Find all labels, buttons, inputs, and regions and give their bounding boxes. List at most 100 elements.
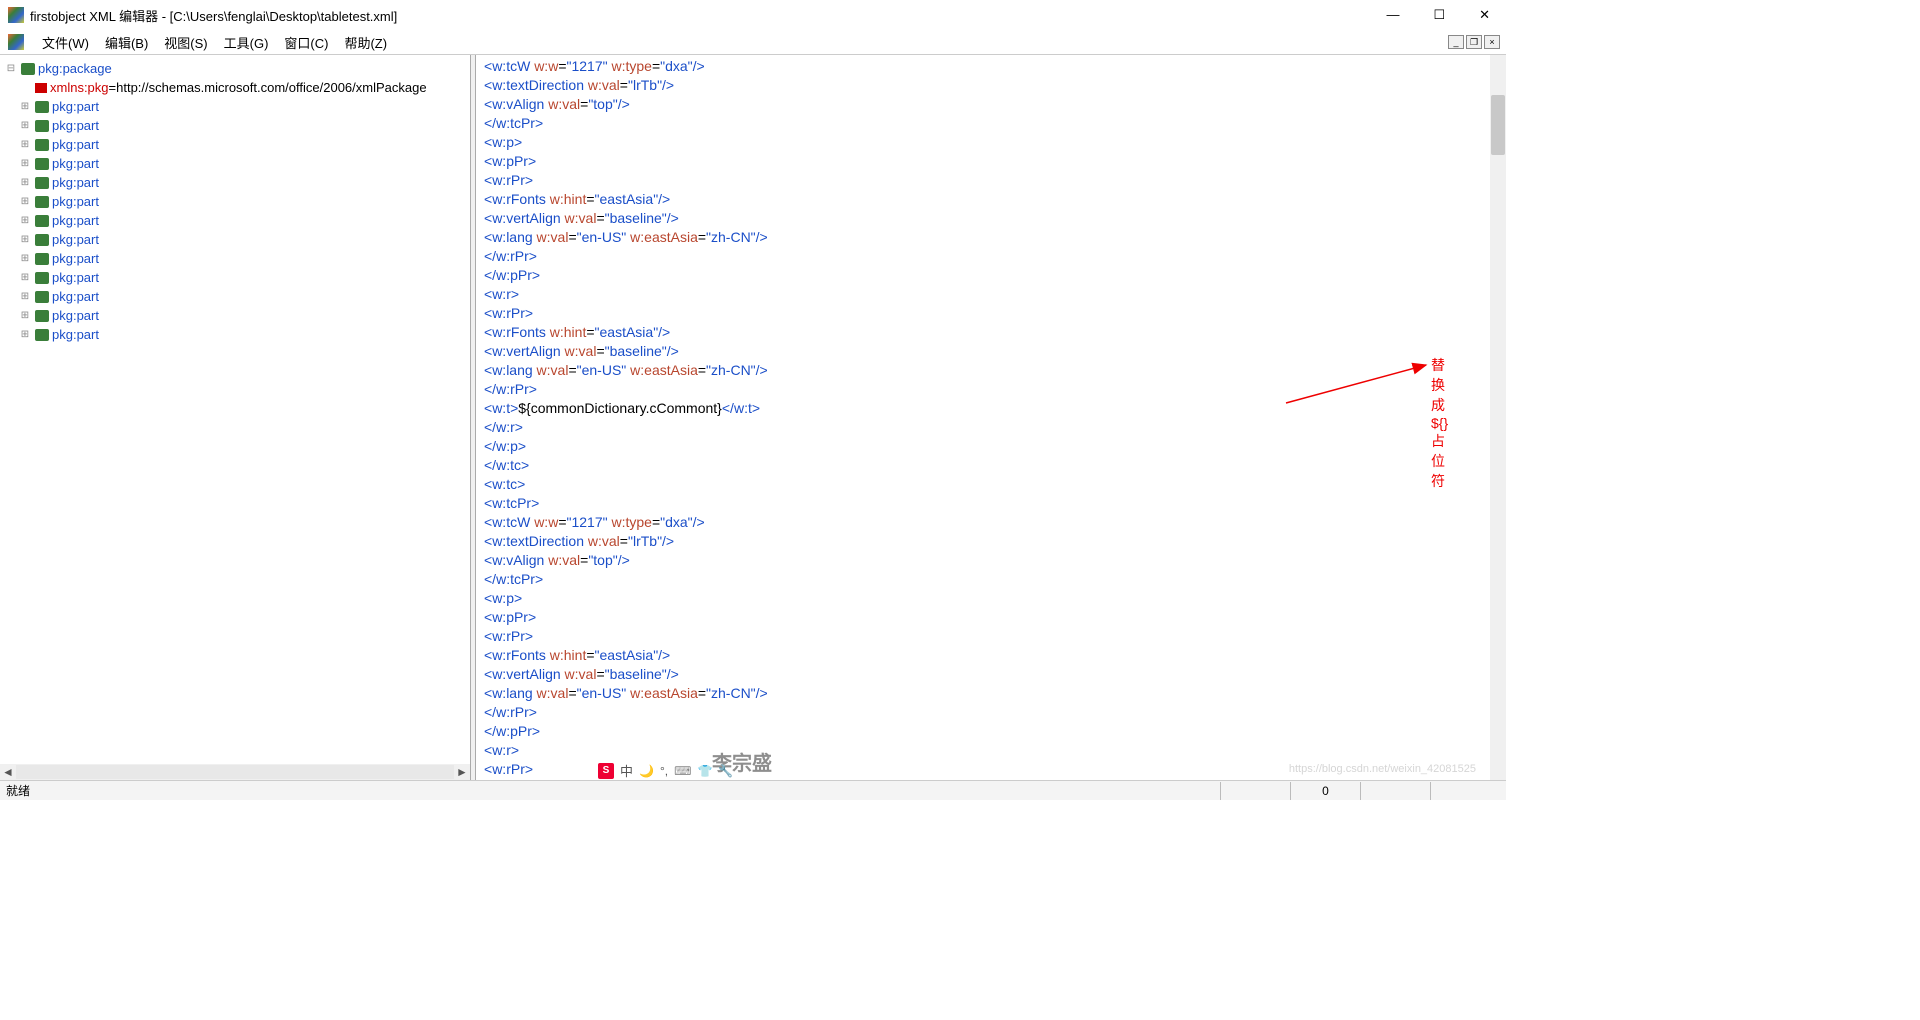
expand-icon[interactable]: ⊞ — [18, 234, 32, 245]
package-icon — [35, 120, 49, 132]
expand-icon[interactable]: ⊞ — [18, 272, 32, 283]
status-cell-1 — [1220, 782, 1290, 800]
menu-view[interactable]: 视图(S) — [164, 33, 207, 52]
scroll-right-icon[interactable]: ► — [454, 765, 470, 779]
tree-h-scrollbar[interactable]: ◄ ► — [0, 764, 470, 780]
menu-bar: 文件(W) 编辑(B) 视图(S) 工具(G) 窗口(C) 帮助(Z) _ ❐ … — [0, 30, 1506, 54]
package-icon — [35, 177, 49, 189]
expand-icon[interactable]: ⊞ — [18, 329, 32, 340]
expand-icon[interactable]: ⊞ — [18, 196, 32, 207]
editor-content[interactable]: <w:tcW w:w="1217" w:type="dxa"/><w:textD… — [476, 55, 1506, 780]
expand-icon[interactable]: ⊞ — [18, 291, 32, 302]
tree-part[interactable]: ⊞ pkg:part — [4, 249, 470, 268]
window-title: firstobject XML 编辑器 - [C:\Users\fenglai\… — [30, 6, 1378, 25]
expand-icon[interactable]: ⊞ — [18, 177, 32, 188]
status-bar: 就绪 0 — [0, 780, 1506, 800]
ime-keyboard-icon[interactable]: ⌨ — [674, 764, 691, 778]
tree-part-label: pkg:part — [52, 308, 99, 323]
status-ready: 就绪 — [6, 782, 1220, 799]
menu-edit[interactable]: 编辑(B) — [105, 33, 148, 52]
menu-help[interactable]: 帮助(Z) — [344, 33, 387, 52]
tree-part-label: pkg:part — [52, 213, 99, 228]
package-icon — [35, 291, 49, 303]
package-icon — [21, 63, 35, 75]
tree-attr[interactable]: xmlns:pkg = http://schemas.microsoft.com… — [4, 78, 470, 97]
package-icon — [35, 139, 49, 151]
watermark-url: https://blog.csdn.net/weixin_42081525 — [1289, 763, 1476, 775]
menu-window[interactable]: 窗口(C) — [284, 33, 328, 52]
ime-lang-icon[interactable]: 中 — [620, 761, 633, 780]
tree-part-label: pkg:part — [52, 156, 99, 171]
tree-part-label: pkg:part — [52, 251, 99, 266]
package-icon — [35, 310, 49, 322]
ime-toolbar: S 中 🌙 °, ⌨ 👕 🔧 — [598, 761, 733, 780]
package-icon — [35, 234, 49, 246]
package-icon — [35, 196, 49, 208]
package-icon — [35, 329, 49, 341]
menu-tools[interactable]: 工具(G) — [224, 33, 269, 52]
editor-pane[interactable]: <w:tcW w:w="1217" w:type="dxa"/><w:textD… — [476, 55, 1506, 780]
tree-part-label: pkg:part — [52, 327, 99, 342]
package-icon — [35, 215, 49, 227]
tree-part[interactable]: ⊞ pkg:part — [4, 287, 470, 306]
mdi-close[interactable]: × — [1484, 35, 1500, 49]
package-icon — [35, 101, 49, 113]
tree-part-label: pkg:part — [52, 118, 99, 133]
tree-root[interactable]: ⊟ pkg:package — [4, 59, 470, 78]
ime-moon-icon[interactable]: 🌙 — [639, 764, 654, 778]
tree-part-label: pkg:part — [52, 194, 99, 209]
tree-part-label: pkg:part — [52, 289, 99, 304]
tree-part[interactable]: ⊞ pkg:part — [4, 154, 470, 173]
tree-part[interactable]: ⊞ pkg:part — [4, 116, 470, 135]
expand-icon[interactable]: ⊞ — [18, 215, 32, 226]
mdi-minimize[interactable]: _ — [1448, 35, 1464, 49]
main-area: ⊟ pkg:package xmlns:pkg = http://schemas… — [0, 54, 1506, 780]
window-buttons: — ☐ ✕ — [1378, 3, 1498, 27]
tree-part[interactable]: ⊞ pkg:part — [4, 173, 470, 192]
editor-v-scrollbar[interactable] — [1490, 55, 1506, 780]
tree-part[interactable]: ⊞ pkg:part — [4, 306, 470, 325]
tree-root-label: pkg:package — [38, 61, 112, 76]
tree-part[interactable]: ⊞pkg:part — [4, 268, 470, 287]
expand-icon[interactable]: ⊞ — [18, 139, 32, 150]
expand-icon[interactable]: ⊞ — [18, 101, 32, 112]
tree-part[interactable]: ⊞ pkg:part — [4, 325, 470, 344]
maximize-button[interactable]: ☐ — [1425, 3, 1453, 27]
collapse-icon[interactable]: ⊟ — [4, 63, 18, 74]
tree-part[interactable]: ⊞ pkg:part — [4, 135, 470, 154]
expand-icon[interactable]: ⊞ — [18, 310, 32, 321]
tree-attr-name: xmlns:pkg — [50, 80, 109, 95]
tree-part[interactable]: ⊞ pkg:part — [4, 211, 470, 230]
ime-wrench-icon[interactable]: 🔧 — [718, 764, 733, 778]
ime-punct-icon[interactable]: °, — [660, 764, 668, 778]
doc-icon — [8, 34, 24, 50]
sogou-icon[interactable]: S — [598, 763, 614, 779]
tree-part[interactable]: ⊞ pkg:part — [4, 192, 470, 211]
ime-shirt-icon[interactable]: 👕 — [697, 764, 712, 778]
package-icon — [35, 272, 49, 284]
menu-file[interactable]: 文件(W) — [42, 33, 89, 52]
title-bar: firstobject XML 编辑器 - [C:\Users\fenglai\… — [0, 0, 1506, 30]
mdi-buttons: _ ❐ × — [1448, 35, 1500, 49]
mdi-restore[interactable]: ❐ — [1466, 35, 1482, 49]
tree-pane[interactable]: ⊟ pkg:package xmlns:pkg = http://schemas… — [0, 55, 470, 780]
minimize-button[interactable]: — — [1378, 3, 1407, 27]
status-pos: 0 — [1290, 782, 1360, 800]
package-icon — [35, 253, 49, 265]
tree-attr-val: http://schemas.microsoft.com/office/2006… — [116, 80, 426, 95]
scroll-track[interactable] — [16, 765, 454, 779]
close-button[interactable]: ✕ — [1471, 3, 1498, 27]
attr-icon — [35, 83, 47, 93]
tree-part-label: pkg:part — [52, 175, 99, 190]
tree-part-label: pkg:part — [52, 137, 99, 152]
expand-icon[interactable]: ⊞ — [18, 120, 32, 131]
tree-part-label: pkg:part — [52, 232, 99, 247]
scroll-thumb[interactable] — [1491, 95, 1505, 155]
tree-part[interactable]: ⊞ pkg:part — [4, 230, 470, 249]
tree-part[interactable]: ⊞ pkg:part — [4, 97, 470, 116]
expand-icon[interactable]: ⊞ — [18, 158, 32, 169]
tree-part-label: pkg:part — [52, 99, 99, 114]
expand-icon[interactable]: ⊞ — [18, 253, 32, 264]
scroll-left-icon[interactable]: ◄ — [0, 765, 16, 779]
tree-attr-eq: = — [109, 80, 117, 95]
